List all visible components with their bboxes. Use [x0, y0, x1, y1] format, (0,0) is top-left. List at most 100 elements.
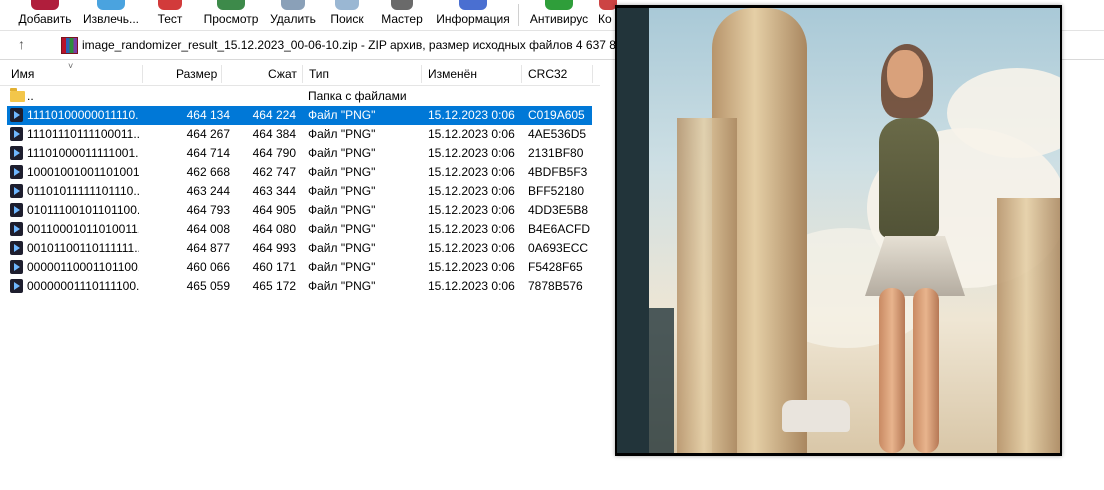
file-name: 11110100000011110...	[27, 108, 139, 122]
file-crc: F5428F65	[528, 260, 583, 274]
file-modified: 15.12.2023 0:06	[428, 165, 515, 179]
file-size: 465 059	[186, 279, 230, 293]
zip-archive-icon	[61, 37, 78, 54]
column-divider[interactable]	[221, 65, 222, 83]
file-row[interactable]: 11110100000011110... 464 134 464 224 Файл "…	[7, 106, 592, 125]
building-shape	[677, 118, 737, 453]
file-type: Папка с файлами	[308, 89, 407, 103]
folder-icon	[10, 88, 25, 102]
column-divider[interactable]	[302, 65, 303, 83]
file-row[interactable]: 10001001001101001... 462 668 462 747 Файл "…	[7, 163, 592, 182]
file-list-header: ˅ Имя Размер Сжат Тип Изменён CRC32	[0, 61, 600, 86]
file-modified: 15.12.2023 0:06	[428, 241, 515, 255]
extract-button[interactable]: Извлечь...	[80, 0, 142, 30]
file-size: 464 877	[186, 241, 230, 255]
car-shape	[782, 400, 850, 432]
file-packed-size: 463 344	[252, 184, 296, 198]
file-row[interactable]: 00110001011010011... 464 008 464 080 Файл "…	[7, 220, 592, 239]
find-icon	[335, 0, 359, 10]
file-type: Файл "PNG"	[308, 203, 376, 217]
png-file-icon	[10, 146, 23, 160]
antivirus-icon	[545, 0, 573, 10]
figure-body-shape	[879, 118, 939, 238]
file-crc: B4E6ACFD	[528, 222, 591, 236]
test-button[interactable]: Тест	[152, 0, 188, 30]
file-row[interactable]: 00000110001101100... 460 066 460 171 Файл "…	[7, 258, 592, 277]
column-divider[interactable]	[142, 65, 143, 83]
figure-head-shape	[887, 50, 923, 98]
file-packed-size: 464 905	[252, 203, 296, 217]
column-header-size[interactable]: Размер	[176, 67, 217, 81]
column-header-crc[interactable]: CRC32	[528, 67, 567, 81]
file-row[interactable]: 11101000011111001... 464 714 464 790 Файл "…	[7, 144, 592, 163]
file-name: 11101110111100011...	[27, 127, 139, 141]
file-name: 01101011111101110...	[27, 184, 139, 198]
add-icon	[31, 0, 59, 10]
file-crc: 2131BF80	[528, 146, 584, 160]
file-crc: C019A605	[528, 108, 585, 122]
add-button[interactable]: Добавить	[14, 0, 76, 30]
file-modified: 15.12.2023 0:06	[428, 108, 515, 122]
file-packed-size: 464 384	[252, 127, 296, 141]
file-size: 464 793	[186, 203, 230, 217]
file-modified: 15.12.2023 0:06	[428, 279, 515, 293]
view-button-label: Просмотр	[203, 12, 259, 26]
file-modified: 15.12.2023 0:06	[428, 203, 515, 217]
file-row[interactable]: 01101011111101110... 463 244 463 344 Файл "…	[7, 182, 592, 201]
image-preview-window[interactable]	[615, 5, 1062, 456]
view-button[interactable]: Просмотр	[200, 0, 262, 30]
file-packed-size: 460 171	[252, 260, 296, 274]
file-size: 460 066	[186, 260, 230, 274]
extract-icon	[97, 0, 125, 10]
file-packed-size: 464 080	[252, 222, 296, 236]
column-divider[interactable]	[521, 65, 522, 83]
wizard-button[interactable]: Мастер	[378, 0, 426, 30]
wizard-icon	[391, 0, 413, 10]
column-divider[interactable]	[421, 65, 422, 83]
file-type: Файл "PNG"	[308, 241, 376, 255]
parent-folder-row[interactable]: .. Папка с файлами	[7, 87, 592, 106]
file-type: Файл "PNG"	[308, 222, 376, 236]
view-icon	[217, 0, 245, 10]
column-header-packed[interactable]: Сжат	[268, 67, 297, 81]
file-size: 464 714	[186, 146, 230, 160]
window-frame-shape	[649, 308, 674, 453]
delete-icon	[281, 0, 305, 10]
file-name: 00101100110111111...	[27, 241, 139, 255]
file-name: 10001001001101001...	[27, 165, 139, 179]
test-icon	[158, 0, 182, 10]
archive-path[interactable]: image_randomizer_result_15.12.2023_00-06…	[82, 38, 639, 52]
column-header-type[interactable]: Тип	[309, 67, 329, 81]
file-type: Файл "PNG"	[308, 127, 376, 141]
file-name: 00000001110111100...	[27, 279, 139, 293]
column-header-name[interactable]: Имя	[11, 67, 34, 81]
file-name: 00000110001101100...	[27, 260, 139, 274]
file-crc: 4BDFB5F3	[528, 165, 588, 179]
file-type: Файл "PNG"	[308, 279, 376, 293]
test-button-label: Тест	[157, 12, 183, 26]
png-file-icon	[10, 279, 23, 293]
antivirus-button-label: Антивирус	[529, 12, 589, 26]
file-row[interactable]: 00101100110111111... 464 877 464 993 Файл "…	[7, 239, 592, 258]
file-crc: 7878B576	[528, 279, 583, 293]
file-crc: 4AE536D5	[528, 127, 587, 141]
up-arrow-icon[interactable]: ↑	[18, 36, 25, 52]
figure-leg-shape	[913, 288, 939, 453]
sort-chevron-icon: ˅	[68, 61, 74, 71]
file-type: Файл "PNG"	[308, 165, 376, 179]
info-button[interactable]: Информация	[434, 0, 512, 30]
delete-button[interactable]: Удалить	[268, 0, 318, 30]
file-row[interactable]: 00000001110111100... 465 059 465 172 Файл "…	[7, 277, 592, 296]
file-type: Файл "PNG"	[308, 108, 376, 122]
column-header-modified[interactable]: Изменён	[428, 67, 477, 81]
png-file-icon	[10, 241, 23, 255]
file-row[interactable]: 01011100101101100... 464 793 464 905 Файл "…	[7, 201, 592, 220]
find-button[interactable]: Поиск	[326, 0, 368, 30]
add-button-label: Добавить	[18, 12, 72, 26]
png-file-icon	[10, 203, 23, 217]
file-size: 464 134	[186, 108, 230, 122]
building-shape	[997, 198, 1060, 453]
file-row[interactable]: 11101110111100011... 464 267 464 384 Файл "…	[7, 125, 592, 144]
antivirus-button[interactable]: Антивирус	[526, 0, 592, 30]
column-divider[interactable]	[592, 65, 593, 83]
